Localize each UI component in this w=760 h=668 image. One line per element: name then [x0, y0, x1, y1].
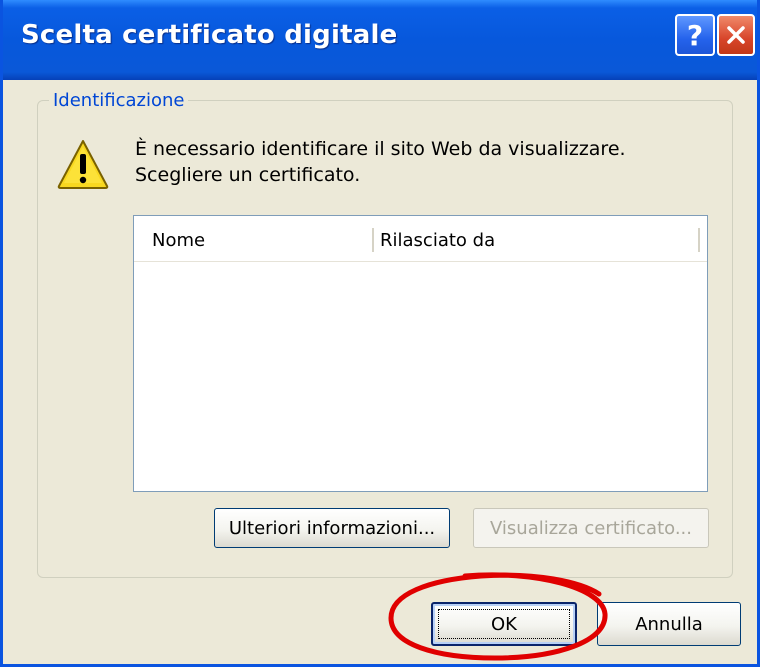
- help-icon: ?: [684, 20, 706, 50]
- warning-icon: [57, 138, 109, 194]
- column-header-issued-by[interactable]: Rilasciato da: [380, 230, 495, 251]
- more-info-button[interactable]: Ulteriori informazioni...: [214, 508, 450, 548]
- help-button[interactable]: ?: [675, 14, 715, 56]
- focus-rectangle: [438, 609, 570, 639]
- window-title: Scelta certificato digitale: [21, 20, 398, 50]
- close-icon: [725, 24, 747, 46]
- cancel-button[interactable]: Annulla: [597, 602, 741, 646]
- group-legend: Identificazione: [49, 90, 189, 111]
- message-line-1: È necessario identificare il sito Web da…: [135, 138, 626, 160]
- svg-text:?: ?: [687, 20, 703, 50]
- close-button[interactable]: [717, 14, 755, 56]
- column-divider[interactable]: [698, 228, 701, 252]
- view-certificate-button[interactable]: Visualizza certificato...: [473, 508, 709, 548]
- more-info-label: Ulteriori informazioni...: [228, 517, 436, 539]
- view-certificate-label: Visualizza certificato...: [490, 517, 692, 539]
- certificate-list[interactable]: Nome Rilasciato da: [133, 215, 708, 492]
- list-header: Nome Rilasciato da: [134, 216, 707, 262]
- identification-message: È necessario identificare il sito Web da…: [135, 136, 626, 188]
- ok-button[interactable]: OK: [431, 602, 577, 646]
- cancel-label: Annulla: [635, 613, 703, 635]
- certificate-dialog: Scelta certificato digitale ? Identifica…: [0, 0, 760, 667]
- title-bar[interactable]: Scelta certificato digitale ?: [3, 0, 757, 80]
- column-header-name[interactable]: Nome: [152, 230, 205, 251]
- column-divider[interactable]: [372, 228, 375, 252]
- message-line-2: Scegliere un certificato.: [135, 164, 361, 186]
